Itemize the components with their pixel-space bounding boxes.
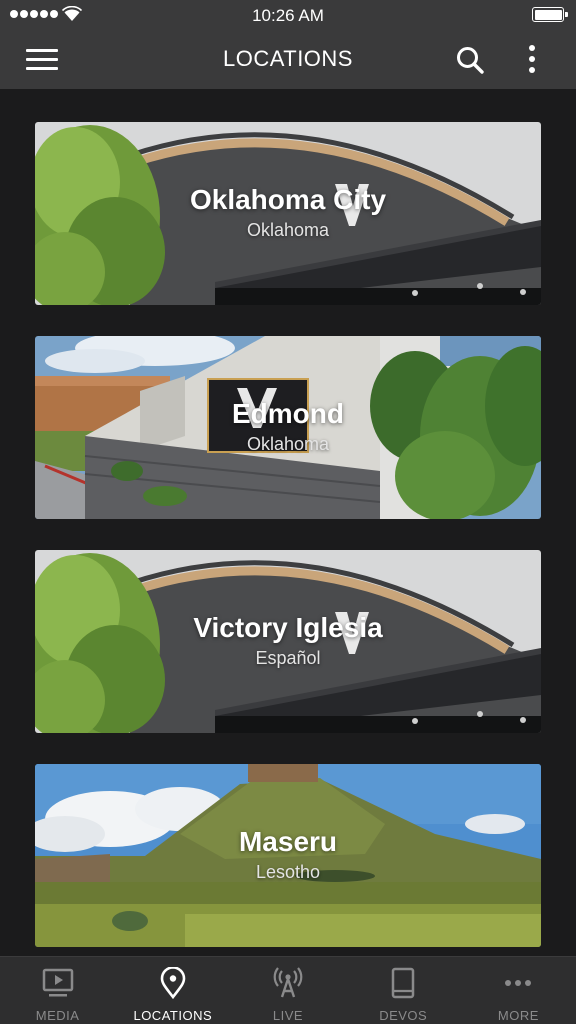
- tab-devos[interactable]: DEVOS: [346, 957, 461, 1024]
- location-card-oklahoma-city[interactable]: Oklahoma City Oklahoma: [35, 122, 541, 305]
- map-pin-icon: [160, 967, 186, 999]
- location-card-victory-iglesia[interactable]: Victory Iglesia Español: [35, 550, 541, 733]
- location-subtitle: Oklahoma: [246, 220, 330, 240]
- location-name: Oklahoma City: [189, 184, 387, 215]
- broadcast-antenna-icon: [273, 967, 303, 998]
- navigation-bar: LOCATIONS: [0, 30, 576, 89]
- tab-media[interactable]: MEDIA: [0, 957, 115, 1024]
- battery-icon: [532, 7, 568, 22]
- play-screen-icon: [42, 968, 73, 997]
- location-card-maseru[interactable]: Maseru Lesotho: [35, 764, 541, 947]
- horizontal-ellipsis-icon: [505, 980, 532, 986]
- tab-bar: MEDIA LOCATIONS LIVE DEVOS MORE: [0, 956, 576, 1024]
- tab-more[interactable]: MORE: [461, 957, 576, 1024]
- status-bar: 10:26 AM: [0, 0, 576, 30]
- book-icon: [391, 967, 415, 999]
- location-subtitle: Lesotho: [255, 862, 321, 882]
- tab-label: LIVE: [272, 1008, 304, 1023]
- tab-label: MORE: [497, 1008, 539, 1023]
- locations-list: Oklahoma City Oklahoma Edmond Oklahoma V…: [0, 89, 576, 956]
- page-title: LOCATIONS: [222, 46, 353, 71]
- tab-label: MEDIA: [35, 1008, 80, 1023]
- location-subtitle: Oklahoma: [246, 434, 330, 454]
- search-icon[interactable]: [455, 45, 485, 75]
- tab-locations[interactable]: LOCATIONS: [115, 957, 230, 1024]
- tab-live[interactable]: LIVE: [230, 957, 345, 1024]
- location-name: Edmond: [232, 398, 344, 429]
- tab-label: LOCATIONS: [133, 1008, 213, 1023]
- location-name: Maseru: [238, 826, 338, 857]
- status-time: 10:26 AM: [252, 6, 324, 25]
- vertical-ellipsis-icon[interactable]: [520, 43, 544, 75]
- location-name: Victory Iglesia: [193, 612, 383, 643]
- location-card-edmond[interactable]: Edmond Oklahoma: [35, 336, 541, 519]
- tab-label: DEVOS: [379, 1008, 428, 1023]
- location-subtitle: Español: [255, 648, 321, 668]
